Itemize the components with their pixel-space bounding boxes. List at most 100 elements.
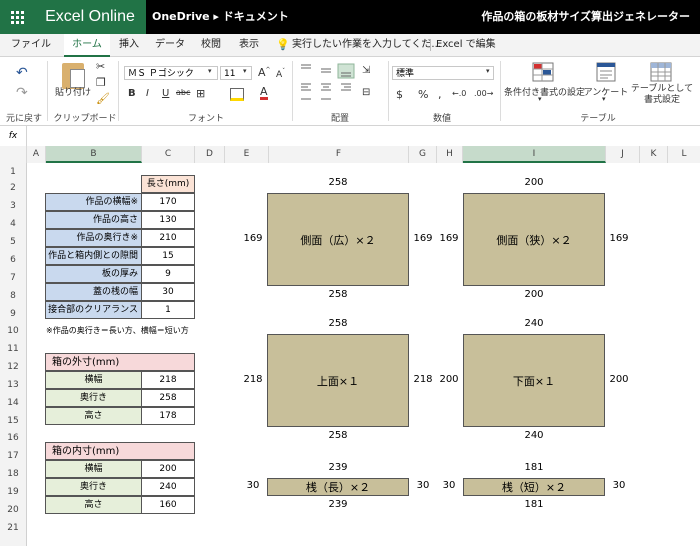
panel-dimension-right[interactable]: 30 (599, 480, 639, 491)
row-header[interactable]: 5 (0, 233, 26, 251)
row-header[interactable]: 4 (0, 215, 26, 233)
row-header[interactable]: 8 (0, 287, 26, 305)
column-header[interactable]: L (668, 146, 700, 163)
format-as-table-icon[interactable] (650, 62, 672, 82)
column-header[interactable]: F (269, 146, 409, 163)
row-header[interactable]: 15 (0, 412, 26, 430)
panel-dimension-bottom[interactable]: 258 (318, 289, 358, 300)
input-label[interactable]: 作品の横幅※ (45, 193, 142, 211)
panel-box[interactable]: 上面×１ (267, 334, 409, 427)
dimension-value[interactable]: 200 (141, 460, 195, 478)
dimension-label[interactable]: 高さ (45, 407, 142, 425)
decrease-decimal-icon[interactable]: .00→ (474, 89, 493, 98)
panel-dimension-top[interactable]: 200 (514, 177, 554, 188)
panel-dimension-top[interactable]: 258 (318, 318, 358, 329)
tell-me-input[interactable]: 実行したい作業を入力してくだ... (292, 34, 441, 56)
input-value[interactable]: 130 (141, 211, 195, 229)
redo-icon[interactable]: ↷ (16, 85, 28, 101)
panel-box[interactable]: 下面×１ (463, 334, 605, 427)
conditional-format-icon[interactable] (532, 62, 554, 82)
dimension-label[interactable]: 高さ (45, 496, 142, 514)
conditional-format-button[interactable]: 条件付き書式の設定 (504, 85, 585, 98)
paste-button[interactable]: 貼り付け (55, 85, 91, 98)
strikethrough-button[interactable]: abc (176, 88, 190, 97)
panel-dimension-left[interactable]: 30 (233, 480, 273, 491)
edit-in-excel-button[interactable]: Excel で編集 (436, 34, 496, 56)
row-header[interactable]: 20 (0, 501, 26, 519)
bold-button[interactable]: B (128, 88, 136, 99)
outer-dimensions-title[interactable]: 箱の外寸(mm) (45, 353, 195, 371)
app-launcher-icon[interactable] (0, 0, 34, 34)
panel-box[interactable]: 側面（広）×２ (267, 193, 409, 286)
row-header[interactable]: 3 (0, 197, 26, 215)
comma-button[interactable]: , (438, 88, 442, 101)
input-note[interactable]: ※作品の奥行き＝長い方、横幅＝短い方 (46, 325, 189, 336)
row-header[interactable]: 19 (0, 483, 26, 501)
row-header[interactable]: 17 (0, 447, 26, 465)
row-header[interactable]: 12 (0, 358, 26, 376)
dimension-label[interactable]: 横幅 (45, 371, 142, 389)
row-header[interactable]: 13 (0, 376, 26, 394)
column-header[interactable]: D (195, 146, 225, 163)
currency-button[interactable]: $ (396, 88, 403, 101)
fill-color-icon[interactable] (230, 88, 244, 101)
borders-icon[interactable]: ⊞ (196, 87, 205, 100)
panel-dimension-bottom[interactable]: 240 (514, 430, 554, 441)
panel-dimension-top[interactable]: 258 (318, 177, 358, 188)
row-header[interactable]: 14 (0, 394, 26, 412)
dimension-value[interactable]: 160 (141, 496, 195, 514)
panel-dimension-bottom[interactable]: 258 (318, 430, 358, 441)
merge-center-icon[interactable]: ⊟ (362, 87, 370, 98)
tab-home[interactable]: ホーム (64, 34, 110, 57)
dimension-value[interactable]: 178 (141, 407, 195, 425)
undo-icon[interactable]: ↶ (16, 65, 28, 81)
panel-dimension-left[interactable]: 30 (429, 480, 469, 491)
font-name-select[interactable]: ＭＳ Ｐゴシック (124, 66, 218, 80)
row-header[interactable]: 9 (0, 305, 26, 323)
dimension-value[interactable]: 258 (141, 389, 195, 407)
panel-box[interactable]: 桟（短）×２ (463, 478, 605, 496)
formula-input[interactable] (28, 128, 688, 143)
input-value[interactable]: 170 (141, 193, 195, 211)
input-value[interactable]: 30 (141, 283, 195, 301)
input-value[interactable]: 9 (141, 265, 195, 283)
row-header[interactable]: 18 (0, 465, 26, 483)
app-name[interactable]: Excel Online (34, 0, 146, 34)
column-header[interactable]: H (437, 146, 463, 163)
column-header[interactable]: A (27, 146, 46, 163)
shrink-font-icon[interactable]: Aˇ (276, 68, 285, 80)
panel-dimension-bottom[interactable]: 239 (318, 499, 358, 510)
input-label[interactable]: 接合部のクリアランス (45, 301, 142, 319)
format-as-table-button[interactable]: テーブルとして書式設定 (630, 84, 694, 106)
number-format-select[interactable]: 標準 (392, 66, 494, 80)
alignment-icons[interactable] (298, 61, 356, 105)
row-header[interactable]: 16 (0, 429, 26, 447)
font-color-icon[interactable]: A (260, 86, 268, 100)
inner-dimensions-title[interactable]: 箱の内寸(mm) (45, 442, 195, 460)
column-header[interactable]: G (409, 146, 437, 163)
input-value[interactable]: 15 (141, 247, 195, 265)
underline-button[interactable]: U (162, 88, 169, 99)
dimension-value[interactable]: 240 (141, 478, 195, 496)
panel-dimension-bottom[interactable]: 200 (514, 289, 554, 300)
column-header[interactable]: I (463, 146, 606, 163)
panel-dimension-top[interactable]: 240 (514, 318, 554, 329)
panel-dimension-top[interactable]: 239 (318, 462, 358, 473)
dimension-value[interactable]: 218 (141, 371, 195, 389)
panel-box[interactable]: 桟（長）×２ (267, 478, 409, 496)
tab-view[interactable]: 表示 (234, 34, 264, 56)
row-header[interactable]: 6 (0, 251, 26, 269)
font-size-select[interactable]: 11 (220, 66, 252, 80)
cut-icon[interactable]: ✂ (96, 60, 105, 73)
panel-dimension-left[interactable]: 169 (429, 233, 469, 244)
wrap-text-icon[interactable]: ⇲ (362, 65, 370, 76)
panel-dimension-left[interactable]: 200 (429, 374, 469, 385)
panel-dimension-bottom[interactable]: 181 (514, 499, 554, 510)
row-header[interactable]: 11 (0, 340, 26, 358)
copy-icon[interactable]: ❐ (96, 76, 106, 89)
input-value[interactable]: 210 (141, 229, 195, 247)
row-header[interactable]: 10 (0, 322, 26, 340)
input-label[interactable]: 蓋の桟の幅 (45, 283, 142, 301)
format-painter-icon[interactable]: 🖌 (96, 92, 110, 105)
row-header[interactable]: 2 (0, 179, 26, 197)
